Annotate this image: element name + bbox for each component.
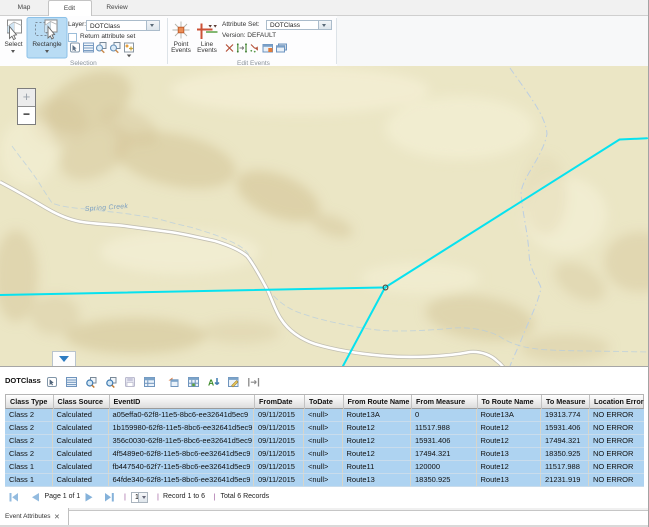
svg-text:A: A <box>208 378 214 388</box>
